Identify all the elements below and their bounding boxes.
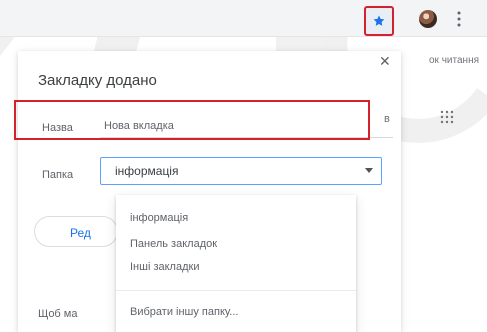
- apps-grid-icon[interactable]: [440, 110, 454, 124]
- folder-value: інформація: [115, 164, 179, 178]
- name-label: Назва: [42, 122, 73, 134]
- dropdown-item-other-bookmarks[interactable]: Інші закладки: [130, 261, 199, 273]
- browser-toolbar: [0, 0, 487, 37]
- dropdown-divider: [116, 290, 356, 291]
- edit-button-label: Ред: [70, 226, 91, 240]
- folder-select[interactable]: інформація: [100, 157, 382, 185]
- dialog-title: Закладку додано: [38, 72, 157, 89]
- bottom-prompt: Щоб ма: [38, 308, 78, 320]
- name-field[interactable]: Нова вкладка: [100, 114, 393, 138]
- avatar[interactable]: [419, 10, 437, 28]
- folder-dropdown: інформація Панель закладок Інші закладки…: [116, 195, 356, 332]
- dropdown-item-information[interactable]: інформація: [130, 212, 188, 224]
- bookmark-button[interactable]: [364, 6, 394, 36]
- more-vert-icon[interactable]: [456, 10, 462, 28]
- close-icon[interactable]: ✕: [379, 54, 391, 68]
- side-fragment: в: [384, 113, 390, 125]
- choose-other-folder[interactable]: Вибрати іншу папку...: [130, 306, 238, 318]
- reading-list-label[interactable]: ок читання: [429, 55, 479, 66]
- dropdown-item-bookmarks-bar[interactable]: Панель закладок: [130, 238, 217, 250]
- folder-label: Папка: [42, 169, 74, 181]
- star-icon: [373, 15, 385, 26]
- chevron-down-icon: [365, 168, 373, 173]
- edit-button[interactable]: Ред: [34, 216, 118, 247]
